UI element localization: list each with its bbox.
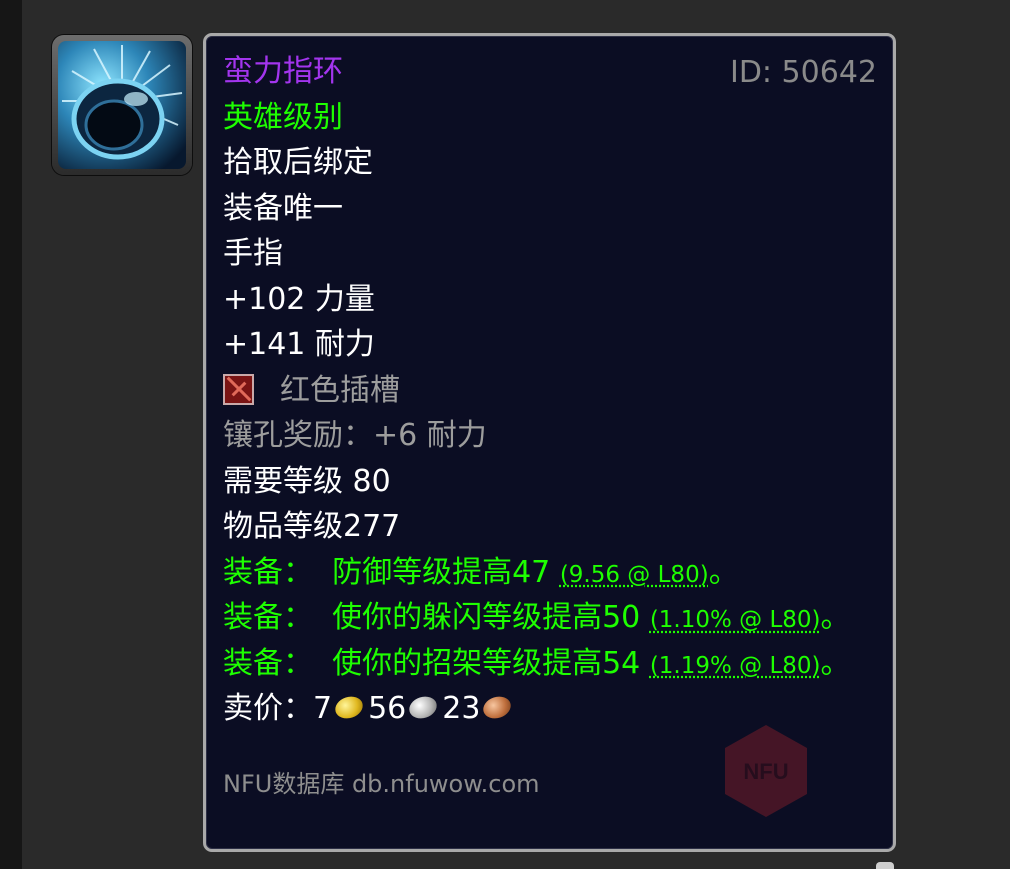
socket-bonus: 镶孔奖励：+6 耐力 <box>223 418 487 453</box>
equip-text: 使你的招架等级提高54 <box>332 645 641 681</box>
stat-strength: +102 力量 <box>223 281 375 317</box>
silver-amount: 56 <box>368 691 407 726</box>
equip-effect-defense: 装备： 防御等级提高47 (9.56 @ L80)。 <box>223 555 877 601</box>
copper-amount: 23 <box>442 691 481 726</box>
watermark-text: NFU <box>743 759 788 784</box>
equip-prefix: 装备： <box>223 645 313 681</box>
sell-price-label: 卖价： <box>223 691 313 726</box>
silver-coin-icon <box>406 693 440 722</box>
equip-prefix: 装备： <box>223 600 313 635</box>
item-unique: 装备唯一 <box>223 190 343 226</box>
rating-note[interactable]: (1.10% @ L80) <box>650 607 821 633</box>
equip-prefix: 装备： <box>223 554 313 590</box>
rating-note[interactable]: (1.19% @ L80) <box>650 653 821 679</box>
equip-text: 防御等级提高47 <box>332 554 551 590</box>
rating-note[interactable]: (9.56 @ L80) <box>560 562 709 588</box>
item-tooltip: ID: 50642 蛮力指环 英雄级别 拾取后绑定 装备唯一 手指 +102 力… <box>203 33 896 852</box>
equip-effect-parry: 装备： 使你的招架等级提高54 (1.19% @ L80)。 <box>223 646 877 692</box>
equip-suffix: 。 <box>820 645 851 681</box>
source-footer: NFU数据库 db.nfuwow.com <box>223 770 540 798</box>
item-slot: 手指 <box>223 236 283 271</box>
ring-icon <box>58 41 186 169</box>
nfu-logo-watermark: NFU <box>725 725 807 817</box>
item-level: 物品等级277 <box>223 509 401 544</box>
socket-label: 红色插槽 <box>280 372 400 408</box>
equip-text: 使你的躲闪等级提高50 <box>332 600 641 635</box>
required-level: 需要等级 80 <box>223 463 391 499</box>
equip-effect-dodge: 装备： 使你的躲闪等级提高50 (1.10% @ L80)。 <box>223 600 877 646</box>
stat-stamina: +141 耐力 <box>223 327 375 362</box>
equip-suffix: 。 <box>708 554 739 590</box>
equip-suffix: 。 <box>820 600 851 635</box>
item-name[interactable]: 蛮力指环 <box>223 54 877 100</box>
copper-coin-icon <box>480 693 515 722</box>
item-icon[interactable] <box>52 35 192 175</box>
left-edge-strip <box>0 0 22 869</box>
scroll-indicator[interactable] <box>876 862 894 869</box>
item-binding: 拾取后绑定 <box>223 145 373 180</box>
item-quality: 英雄级别 <box>223 99 343 135</box>
socket-row: 红色插槽 <box>223 373 877 419</box>
gold-amount: 7 <box>313 691 333 726</box>
red-socket-icon <box>223 373 254 405</box>
gold-coin-icon <box>332 693 366 722</box>
